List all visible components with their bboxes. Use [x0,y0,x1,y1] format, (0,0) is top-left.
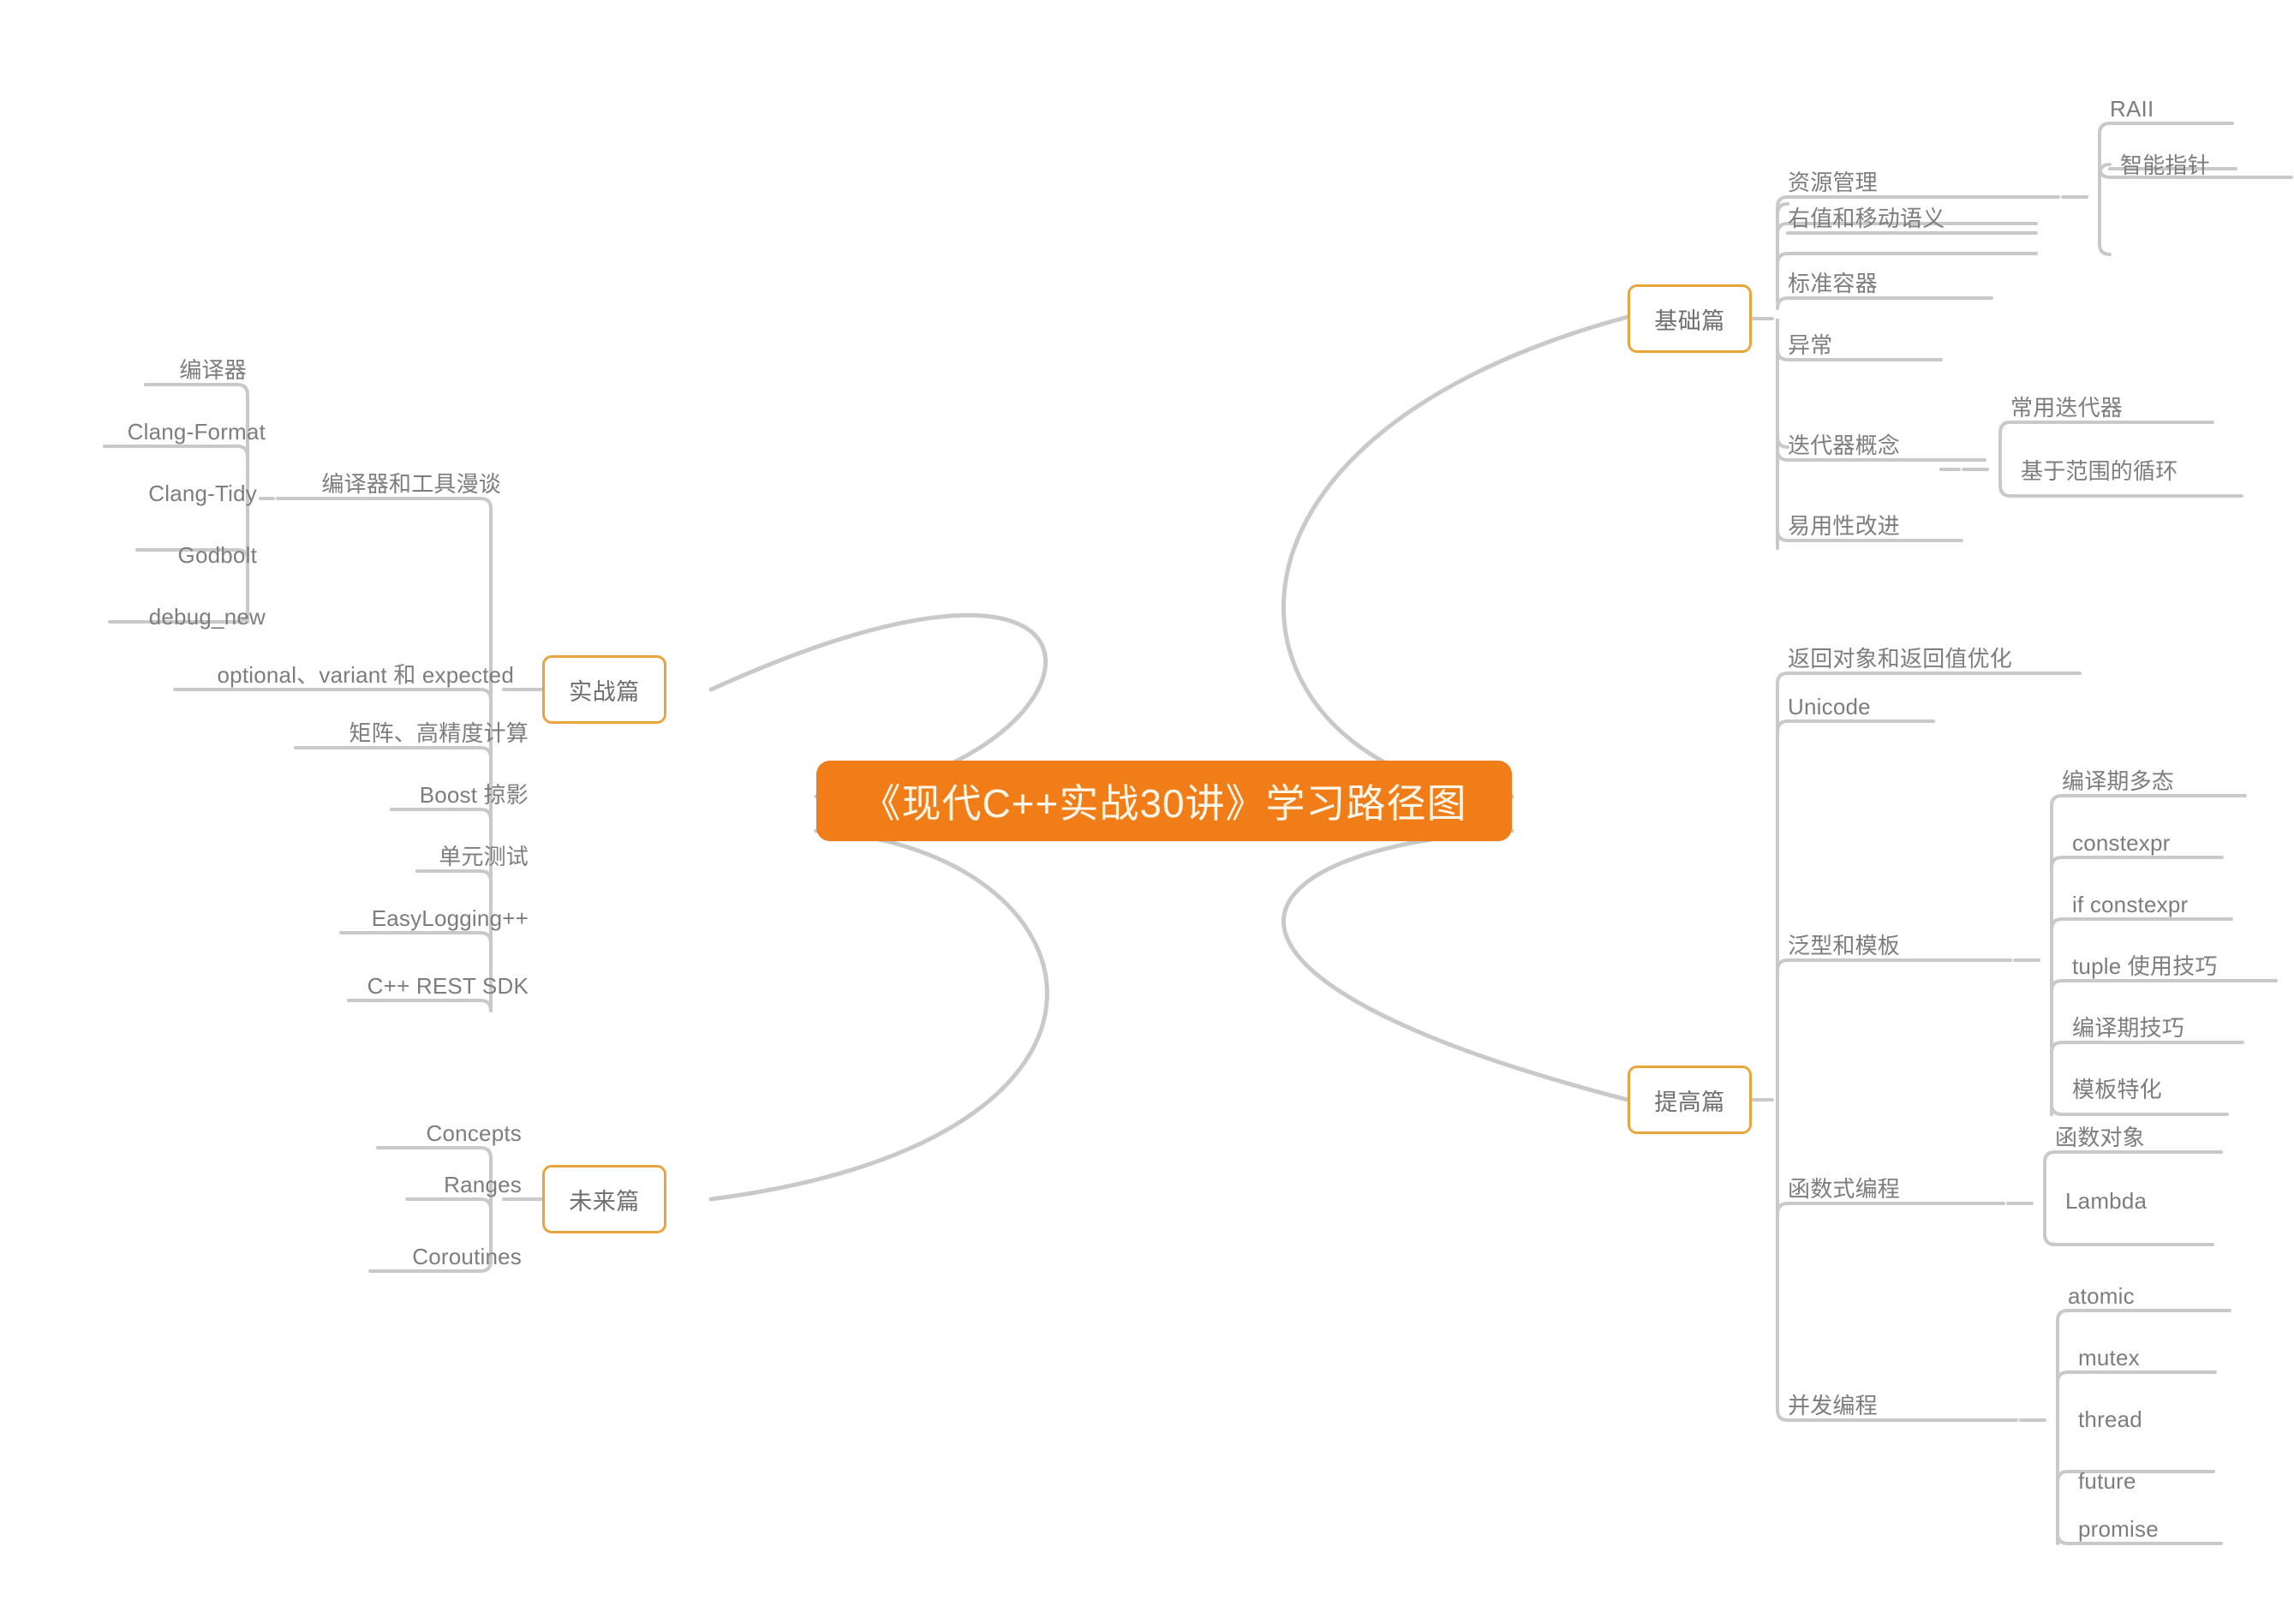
topic-moban-tehua[interactable]: 模板特化 [2072,1078,2162,1101]
topic-debug-new[interactable]: debug_new [149,606,266,628]
root-node[interactable]: 《现代C++实战30讲》学习路径图 [816,761,1512,841]
topic-bianyiqi-jiqiao[interactable]: 编译期技巧 [2072,1017,2184,1039]
topic-atomic[interactable]: atomic [2068,1285,2135,1307]
topic-mutex[interactable]: mutex [2078,1346,2140,1369]
toggle-bianyiqi-gongju-mantan[interactable] [276,497,291,500]
toggle-bingfa-biancheng[interactable] [2019,1418,2034,1422]
topic-hanshu-duixiang[interactable]: 函数对象 [2055,1126,2145,1149]
branch-label-tigao: 提高篇 [1654,1089,1725,1115]
topic-easylogging[interactable]: EasyLogging++ [372,907,529,929]
topic-fanhui-duixiang-youhua[interactable]: 返回对象和返回值优化 [1788,648,2012,670]
branch-label-weilai: 未来篇 [569,1188,640,1215]
toggle-fanxing-he-moban[interactable] [2013,958,2028,962]
topic-bianyiqi[interactable]: 编译器 [179,359,247,381]
topic-yiyongxing-gaijin[interactable]: 易用性改进 [1788,515,1900,537]
topic-optional-variant-expected[interactable]: optional、variant 和 expected [218,664,515,686]
topic-bingfa-biancheng[interactable]: 并发编程 [1788,1394,1878,1417]
toggle-tigao[interactable] [1759,1098,1774,1102]
topic-ranges[interactable]: Ranges [444,1173,522,1196]
topic-raii[interactable]: RAII [2110,98,2154,120]
topic-concepts[interactable]: Concepts [427,1122,522,1144]
topic-tuple-shiyong-jiqiao[interactable]: tuple 使用技巧 [2072,955,2218,977]
branch-node-shizhan[interactable]: 实战篇 [542,655,666,724]
topic-promise[interactable]: promise [2078,1518,2159,1540]
branch-label-shizhan: 实战篇 [569,678,640,705]
topic-thread[interactable]: thread [2078,1408,2142,1430]
branch-node-tigao[interactable]: 提高篇 [1628,1066,1752,1134]
branch-node-weilai[interactable]: 未来篇 [542,1165,666,1233]
topic-lambda[interactable]: Lambda [2065,1190,2147,1212]
toggle-diedaiqi-gainian[interactable] [1962,468,1977,471]
topic-clang-format[interactable]: Clang-Format [128,421,266,443]
topic-godbolt[interactable]: Godbolt [178,544,257,566]
branch-node-jichu[interactable]: 基础篇 [1628,284,1752,353]
topic-juzhen-gaojingdu[interactable]: 矩阵、高精度计算 [349,722,529,744]
toggle-hanshushi-biancheng[interactable] [2006,1202,2022,1205]
topic-coroutines[interactable]: Coroutines [412,1245,522,1268]
mindmap-canvas: 《现代C++实战30讲》学习路径图 基础篇 提高篇 实战篇 未来篇 资源管理 R… [0,0,2294,1624]
topic-bianyiqi-duotai[interactable]: 编译期多态 [2062,770,2174,792]
topic-cpp-rest-sdk[interactable]: C++ REST SDK [367,975,529,997]
topic-changyong-diedaiqi[interactable]: 常用迭代器 [2010,397,2123,419]
topic-boost-lueying[interactable]: Boost 掠影 [420,784,529,806]
topic-youzhi-yidong-yuyi[interactable]: 右值和移动语义 [1788,207,1945,230]
topic-constexpr[interactable]: constexpr [2072,832,2171,854]
topic-if-constexpr[interactable]: if constexpr [2072,893,2188,916]
topic-bianyiqi-gongju-mantan[interactable]: 编译器和工具漫谈 [321,473,501,495]
topic-hanshushi-biancheng[interactable]: 函数式编程 [1788,1178,1900,1200]
toggle-shizhan[interactable] [517,688,532,691]
root-label: 《现代C++实战30讲》学习路径图 [861,781,1467,826]
topic-ziyuan-guanli[interactable]: 资源管理 [1788,171,1878,194]
topic-fanxing-he-moban[interactable]: 泛型和模板 [1788,934,1900,957]
topic-future[interactable]: future [2078,1470,2136,1492]
branch-label-jichu: 基础篇 [1654,307,1725,334]
toggle-ziyuan-guanli[interactable] [2061,195,2076,199]
topic-diedaiqi-gainian[interactable]: 迭代器概念 [1788,434,1900,457]
topic-zhineng-zhizhen[interactable]: 智能指针 [2120,154,2210,176]
topic-clang-tidy[interactable]: Clang-Tidy [148,482,257,505]
toggle-jichu[interactable] [1759,317,1774,320]
toggle-weilai[interactable] [517,1197,532,1201]
topic-biaozhun-rongqi[interactable]: 标准容器 [1788,272,1878,295]
topic-yichang[interactable]: 异常 [1788,334,1832,356]
topic-danyuan-ceshi[interactable]: 单元测试 [439,845,529,868]
topic-unicode[interactable]: Unicode [1788,696,1871,718]
topic-jiyu-fanwei-xunhuan[interactable]: 基于范围的循环 [2021,460,2178,482]
